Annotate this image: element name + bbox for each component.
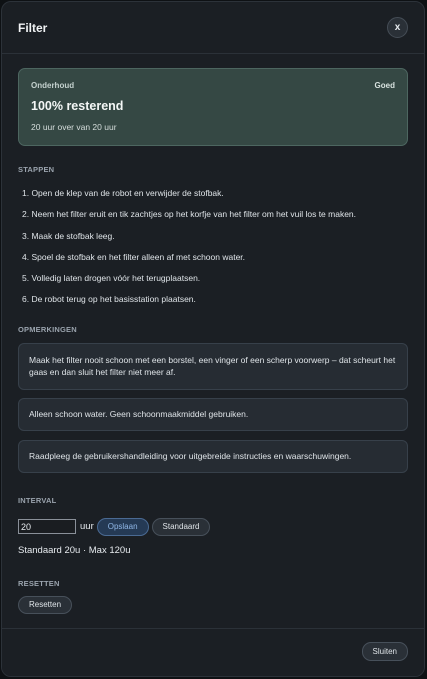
step-item: 4. Spoel de stofbak en het filter alleen… bbox=[22, 251, 246, 262]
notes-section-title: OPMERKINGEN bbox=[18, 324, 77, 334]
dialog-footer: Sluiten bbox=[2, 628, 424, 676]
interval-unit: uur bbox=[80, 521, 94, 533]
save-button[interactable]: Opslaan bbox=[96, 517, 149, 536]
steps-section-title: STAPPEN bbox=[18, 165, 55, 174]
close-icon-button[interactable]: x bbox=[387, 17, 408, 38]
close-icon: x bbox=[394, 22, 401, 33]
step-item: 2. Neem het filter eruit en tik zachtjes… bbox=[22, 209, 357, 220]
status-percentage: 100% resterend bbox=[31, 99, 124, 113]
status-hours: 20 uur over van 20 uur bbox=[31, 122, 117, 132]
note-item: Alleen schoon water. Geen schoonmaakmidd… bbox=[18, 397, 408, 431]
step-item: 6. De robot terug op het basisstation pl… bbox=[22, 294, 196, 305]
step-item: 1. Open de klep van de robot en verwijde… bbox=[22, 188, 224, 198]
dialog-title: Filter bbox=[18, 20, 48, 35]
interval-section-title: INTERVAL bbox=[18, 495, 57, 505]
interval-range-text: Standaard 20u · Max 120u bbox=[18, 544, 131, 556]
dialog-content: Onderhoud Goed 100% resterend 20 uur ove… bbox=[2, 54, 424, 614]
interval-hours-input[interactable] bbox=[18, 519, 76, 535]
reset-section-title: RESETTEN bbox=[18, 578, 60, 588]
step-item: 5. Volledig laten drogen vóór het terugp… bbox=[22, 273, 201, 284]
reset-button[interactable]: Resetten bbox=[18, 595, 73, 614]
default-button[interactable]: Standaard bbox=[151, 517, 211, 536]
status-label: Onderhoud bbox=[31, 81, 75, 90]
interval-row: uur Opslaan Standaard bbox=[18, 517, 408, 536]
status-badge: Goed bbox=[374, 81, 395, 90]
step-item: 3. Maak de stofbak leeg. bbox=[22, 230, 115, 241]
steps-list: 1. Open de klep van de robot en verwijde… bbox=[18, 183, 408, 311]
dialog-header: Filter x bbox=[2, 2, 424, 54]
close-button[interactable]: Sluiten bbox=[361, 642, 408, 661]
status-card: Onderhoud Goed 100% resterend 20 uur ove… bbox=[18, 68, 408, 146]
note-item: Raadpleeg de gebruikershandleiding voor … bbox=[18, 439, 408, 473]
note-item: Maak het filter nooit schoon met een bor… bbox=[18, 342, 408, 390]
filter-dialog: Filter x Onderhoud Goed 100% resterend 2… bbox=[1, 1, 425, 677]
